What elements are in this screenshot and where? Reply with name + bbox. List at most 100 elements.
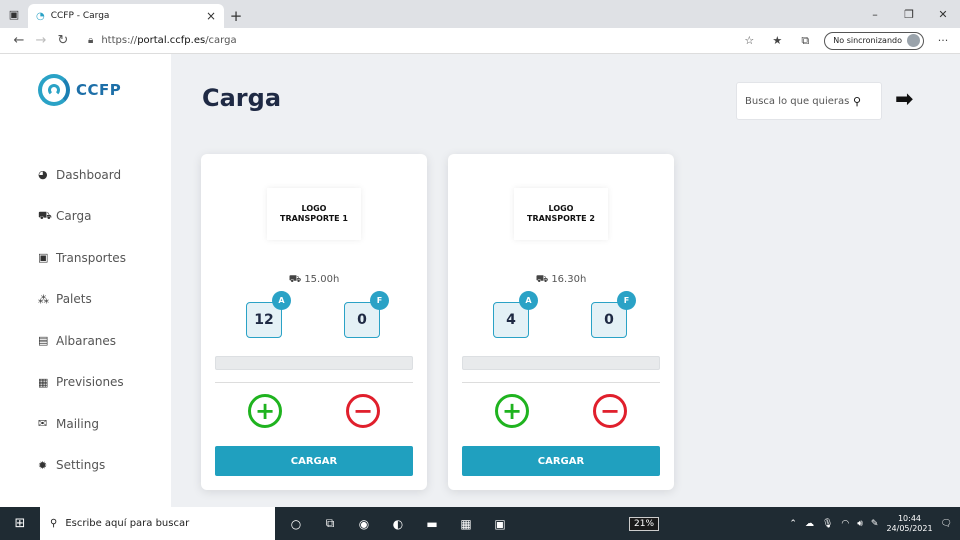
app-icon[interactable]: ▣ [485,507,515,540]
sidebar-item-mailing[interactable]: ✉ Mailing [38,403,126,445]
sidebar-item-transportes[interactable]: ▣ Transportes [38,237,126,279]
cortana-icon[interactable]: ○ [281,507,311,540]
battery-indicator[interactable]: 21% [629,516,660,531]
file-explorer-icon[interactable]: ▬ [417,507,447,540]
badge-f: F [370,291,389,310]
taskbar-search-text: Escribe aquí para buscar [65,518,190,529]
windows-start-icon[interactable]: ⊞ [0,507,40,540]
taskbar: ⊞ ⚲ Escribe aquí para buscar ○ ⧉ ◉ ◐ ▬ ▦… [0,507,960,540]
main-content: Carga ⚲ ➡ LOGO TRANSPORTE 1 ⛟15.00h 12 A… [171,54,960,507]
volume-icon[interactable]: 🔊︎ [857,519,863,529]
reload-icon[interactable]: ↻ [52,33,74,48]
transport-card: LOGO TRANSPORTE 2 ⛟ 16.30h 4 A 0 F + − CA… [448,154,674,490]
departure-time-value: 16.30h [551,274,587,285]
avatar [907,34,920,47]
load-progress-bar [462,356,660,370]
badge-a: A [519,291,538,310]
truck-icon: ⛟ [288,274,302,285]
new-tab-button[interactable]: + [224,4,248,28]
ccfp-logo[interactable]: CCFP [38,74,121,106]
url-scheme: https:// [101,35,138,46]
clock-time: 10:44 [897,513,922,523]
calculator-icon[interactable]: ▦ [451,507,481,540]
counter-f-value: 0 [357,312,367,328]
search-icon[interactable]: ⚲ [853,95,861,108]
microphone-icon[interactable]: 🎙︎ [822,519,833,529]
sidebar-item-label: Mailing [56,416,99,431]
dashboard-icon: ◕ [38,168,48,182]
notifications-icon[interactable]: 🗨︎ [941,519,952,529]
task-view-icon[interactable]: ⧉ [315,507,345,540]
back-arrow-icon[interactable]: ← [8,33,30,48]
clock-date: 24/05/2021 [886,523,933,533]
browser-tab-bar: ▣ ◔ CCFP - Carga × + – ❐ ✕ [0,0,960,28]
pen-icon[interactable]: ✎ [871,519,879,529]
badge-f: F [617,291,636,310]
logo-ring-icon [38,74,70,106]
counter-a-value: 12 [254,312,274,328]
sidebar-item-label: Dashboard [56,167,122,182]
boxes-icon: ⁂ [38,292,49,306]
departure-time: ⛟ 16.30h [448,274,674,287]
wifi-icon[interactable]: ◠ [841,519,849,529]
load-progress-bar [215,356,413,370]
page-title: Carga [202,84,282,112]
more-options-icon[interactable]: ··· [934,34,952,47]
cargar-button[interactable]: CARGAR [462,446,660,476]
sidebar-item-carga[interactable]: ⛟ Carga [38,196,126,238]
read-aloud-icon[interactable]: ☆ [740,34,758,47]
logout-icon[interactable]: ➡ [895,87,913,112]
sidebar-item-previsiones[interactable]: ▦ Previsiones [38,362,126,404]
sidebar-item-label: Transportes [56,250,126,265]
restore-button[interactable]: ❐ [892,8,926,21]
browser-toolbar: ☆ ★ ⧉ No sincronizando ··· [740,31,952,50]
remove-button[interactable]: − [346,394,380,428]
divider [462,382,660,383]
transport-logo: LOGO TRANSPORTE 1 [267,188,361,240]
add-button[interactable]: + [248,394,282,428]
sidebar-item-label: Carga [56,209,92,224]
tab-title: CCFP - Carga [50,11,110,21]
chrome-icon[interactable]: ◉ [349,507,379,540]
sidebar: CCFP ◕ Dashboard ⛟ Carga ▣ Transportes ⁂… [0,54,171,507]
sidebar-item-settings[interactable]: ✹ Settings [38,445,126,487]
sidebar-item-palets[interactable]: ⁂ Palets [38,279,126,321]
favicon-icon: ◔ [36,10,45,22]
forward-arrow-icon[interactable]: → [30,33,52,48]
search-box: ⚲ [736,82,882,120]
remove-button[interactable]: − [593,394,627,428]
clock[interactable]: 10:44 24/05/2021 [886,514,932,534]
add-button[interactable]: + [495,394,529,428]
sidebar-item-albaranes[interactable]: ▤ Albaranes [38,320,126,362]
lock-icon: 🔒︎ [88,35,94,46]
sidebar-item-label: Settings [56,458,106,473]
browser-tab[interactable]: ◔ CCFP - Carga × [28,4,224,28]
url-path: /carga [205,35,237,46]
favorites-icon[interactable]: ★ [768,34,786,47]
tab-close-icon[interactable]: × [206,9,216,23]
gear-icon: ✹ [38,458,48,472]
calculator-icon: ▦ [38,375,49,389]
sidebar-item-dashboard[interactable]: ◕ Dashboard [38,154,126,196]
edge-icon[interactable]: ◐ [383,507,413,540]
taskbar-search[interactable]: ⚲ Escribe aquí para buscar [40,507,275,540]
cargar-button[interactable]: CARGAR [215,446,413,476]
envelope-icon: ✉ [38,417,48,431]
id-card-icon: ▣ [38,251,49,265]
search-input[interactable] [745,95,853,107]
cloud-icon[interactable]: ☁ [805,519,814,529]
window-menu-icon[interactable]: ▣ [0,0,28,28]
sidebar-item-label: Albaranes [56,333,117,348]
close-window-button[interactable]: ✕ [926,8,960,21]
system-tray: ⌃ ☁ 🎙︎ ◠ 🔊︎ ✎ 10:44 24/05/2021 🗨︎ [789,514,960,534]
minimize-button[interactable]: – [858,8,892,21]
url-field[interactable]: 🔒︎ https://portal.ccfp.es/carga [88,35,237,46]
collections-icon[interactable]: ⧉ [796,34,814,48]
chevron-up-icon[interactable]: ⌃ [789,519,797,529]
profile-sync-button[interactable]: No sincronizando [824,31,924,50]
counter-a: 4 A [493,291,538,338]
url-host: portal.ccfp.es [137,35,206,46]
document-icon: ▤ [38,334,49,348]
sidebar-menu: ◕ Dashboard ⛟ Carga ▣ Transportes ⁂ Pale… [38,154,126,486]
departure-time: ⛟ 15.00h [201,274,427,287]
